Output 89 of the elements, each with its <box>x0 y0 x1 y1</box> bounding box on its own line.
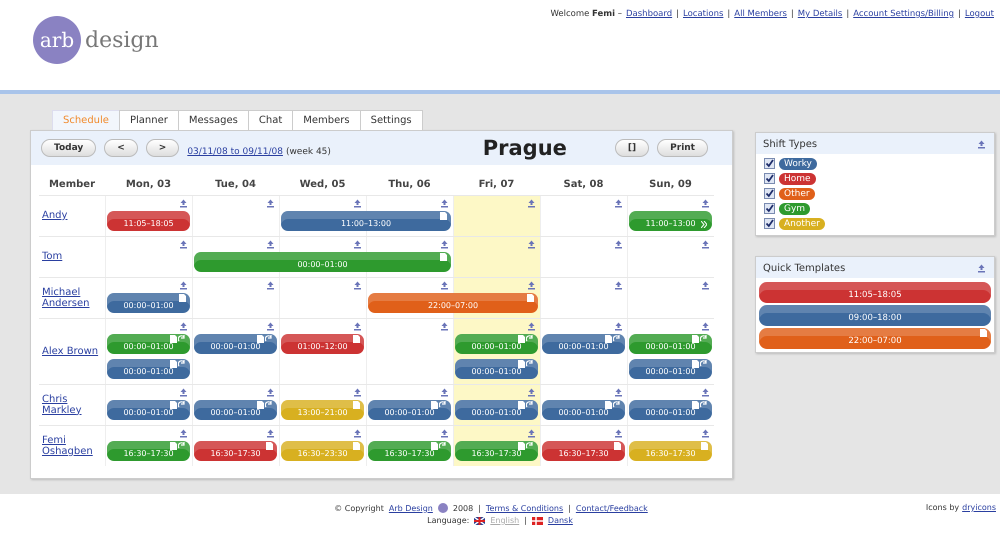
tab[interactable]: Messages <box>178 110 249 130</box>
column-header: Sat, 08 <box>564 178 604 192</box>
template-bar[interactable]: 09:00–18:00 <box>759 305 991 326</box>
separator: | <box>727 9 730 21</box>
nav-link[interactable]: Locations <box>683 9 724 90</box>
shift-type-tag: Worky <box>779 158 817 170</box>
member-link[interactable]: Michael Andersen <box>39 286 105 308</box>
shift-bar[interactable]: 16:30–17:30 <box>107 441 190 461</box>
shift-bar[interactable]: 00:00–01:00 <box>107 359 190 379</box>
company-link[interactable]: Arb Design <box>388 504 433 512</box>
shift-bar[interactable]: 11:00–13:00 <box>281 211 451 231</box>
separator: | <box>846 9 850 21</box>
shift-type-tag: Other <box>779 188 815 200</box>
toggle-button[interactable]: [] <box>614 139 650 157</box>
shift-bar[interactable]: 16:30–17:30 <box>455 441 538 461</box>
template-bar[interactable]: 22:00–07:00 <box>759 328 991 349</box>
separator: | <box>958 9 961 21</box>
member-link[interactable]: Tom <box>39 251 62 262</box>
separator: | <box>478 504 481 512</box>
week-label: (week 45) <box>286 147 331 157</box>
tab[interactable]: Planner <box>118 110 179 130</box>
member-link[interactable]: Chris Markley <box>39 394 105 416</box>
nav-link[interactable]: Logout <box>964 9 994 90</box>
column-header: Member <box>48 178 96 192</box>
logo-mark: arb <box>33 16 81 64</box>
tab[interactable]: Members <box>292 110 361 130</box>
shift-type-tag: Home <box>779 172 816 184</box>
shift-bar[interactable]: 00:00–01:00 <box>629 359 712 379</box>
shift-bar[interactable]: 00:00–01:00 <box>194 400 277 420</box>
panel-title: Shift Types <box>763 139 818 150</box>
shift-bar[interactable]: 16:30–17:30 <box>542 441 625 461</box>
language-link[interactable]: Dansk <box>548 516 573 525</box>
shift-bar[interactable]: 01:00–12:00 <box>281 334 364 354</box>
nav-link[interactable]: Account Settings/Billing <box>853 9 954 90</box>
column-header: Mon, 03 <box>126 178 172 192</box>
separator: | <box>568 504 571 512</box>
shift-bar[interactable]: 00:00–01:00 <box>542 334 625 354</box>
column-header: Fri, 07 <box>478 178 514 192</box>
nav-link[interactable]: Dashboard <box>626 9 672 90</box>
shift-bar[interactable]: 11:05–18:05 <box>107 211 190 231</box>
shift-bar[interactable]: 00:00–01:00 <box>455 400 538 420</box>
template-bar[interactable]: 11:05–18:05 <box>759 282 991 303</box>
shift-bar[interactable]: 00:00–01:00 <box>542 400 625 420</box>
welcome-text: Welcome Femi – <box>550 9 622 21</box>
column-header: Wed, 05 <box>300 178 346 192</box>
panel-title: Quick Templates <box>763 263 846 274</box>
separator: | <box>524 516 527 525</box>
shift-bar[interactable]: 00:00–01:00 <box>107 400 190 420</box>
credit-link[interactable]: dryicons <box>962 503 996 512</box>
credit-text: Icons by <box>926 503 960 512</box>
logo-wordmark: design <box>85 28 159 52</box>
shift-bar[interactable]: 00:00–01:00 <box>194 252 451 272</box>
shift-bar[interactable]: 16:30–17:30 <box>368 441 451 461</box>
column-header: Tue, 04 <box>215 178 256 192</box>
shift-bar[interactable]: 00:00–01:00 <box>194 334 277 354</box>
shift-type-tag: Gym <box>779 202 810 214</box>
language-label: Language: <box>427 516 470 525</box>
shift-bar[interactable]: 00:00–01:00 <box>107 293 190 313</box>
shift-bar[interactable]: 00:00–01:00 <box>629 400 712 420</box>
date-range-link[interactable]: 03/11/08 to 09/11/08 <box>187 147 283 157</box>
nav-link[interactable]: All Members <box>734 9 787 90</box>
shift-bar[interactable]: 00:00–01:00 <box>629 334 712 354</box>
shift-type-tag: Another <box>779 218 825 230</box>
tab[interactable]: Chat <box>248 110 294 130</box>
footer-link[interactable]: Terms & Conditions <box>486 504 564 512</box>
separator: | <box>790 9 794 21</box>
column-header: Thu, 06 <box>388 178 431 192</box>
next-button[interactable]: > <box>146 139 180 157</box>
member-link[interactable]: Femi Oshagben <box>39 434 105 456</box>
previous-button[interactable]: < <box>104 139 138 157</box>
print-button[interactable]: Print <box>657 139 708 157</box>
footer-link[interactable]: Contact/Feedback <box>576 504 648 512</box>
copyright-text: © Copyright <box>334 504 384 512</box>
location-title: Prague <box>482 136 567 160</box>
member-link[interactable]: Andy <box>39 210 68 221</box>
column-header: Sun, 09 <box>649 178 692 192</box>
nav-link[interactable]: My Details <box>798 9 842 90</box>
year-text: 2008 <box>452 504 474 512</box>
member-link[interactable]: Alex Brown <box>39 346 98 356</box>
shift-bar[interactable]: 00:00–01:00 <box>455 334 538 354</box>
shift-bar[interactable]: 00:00–01:00 <box>107 334 190 354</box>
shift-bar[interactable]: 00:00–01:00 <box>455 359 538 379</box>
shift-bar[interactable]: 16:30–17:30 <box>194 441 277 461</box>
shift-bar[interactable]: 22:00–07:00 <box>368 293 538 313</box>
shift-bar[interactable]: 11:00–13:00 <box>629 211 712 231</box>
today-button[interactable]: Today <box>41 139 96 157</box>
shift-bar[interactable]: 00:00–01:00 <box>368 400 451 420</box>
tab[interactable]: Settings <box>360 110 423 130</box>
separator: | <box>676 9 679 21</box>
